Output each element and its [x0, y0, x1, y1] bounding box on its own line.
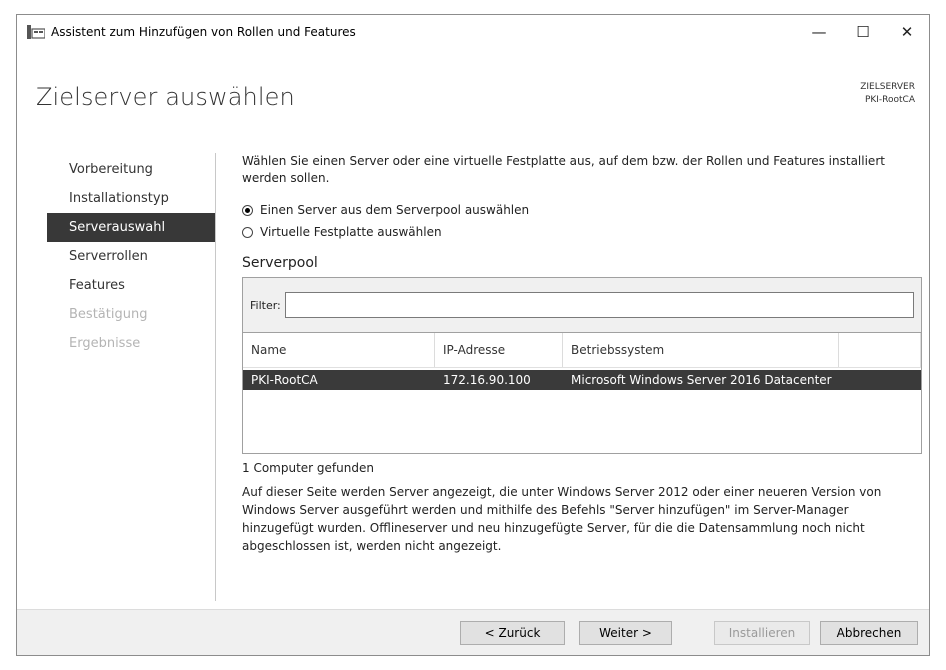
target-server-name: PKI-RootCA — [864, 95, 915, 105]
intro-text: Wählen Sie einen Server oder eine virtue… — [242, 154, 885, 185]
wizard-nav: Vorbereitung Installationstyp Serverausw… — [47, 155, 215, 358]
nav-item-bestaetigung: Bestätigung — [69, 307, 148, 322]
main-content: Wählen Sie einen Server oder eine virtue… — [242, 153, 922, 555]
server-pool-panel: Filter: Name IP-Adresse Betriebssystem P… — [242, 277, 922, 454]
nav-item-features[interactable]: Features — [47, 271, 215, 300]
target-server-info: ZIELSERVER PKI-RootCA — [860, 81, 915, 107]
maximize-icon: ☐ — [856, 23, 870, 41]
button-bar: < Zurück Weiter > Installieren Abbrechen — [17, 609, 929, 655]
nav-divider — [215, 153, 216, 601]
column-header-name[interactable]: Name — [243, 333, 435, 367]
server-grid: Name IP-Adresse Betriebssystem PKI-RootC… — [243, 332, 921, 453]
radio-server-pool-label: Einen Server aus dem Serverpool auswähle… — [260, 203, 530, 217]
minimize-icon: — — [811, 23, 827, 41]
filter-label: Filter: — [250, 298, 281, 312]
description-text: Auf dieser Seite werden Server angezeigt… — [242, 485, 882, 553]
maximize-button[interactable]: ☐ — [841, 15, 885, 49]
server-pool-title: Serverpool — [242, 255, 318, 271]
radio-checked-icon[interactable] — [242, 204, 253, 216]
cancel-button[interactable]: Abbrechen — [820, 621, 918, 645]
server-manager-icon — [27, 25, 45, 39]
radio-unchecked-icon[interactable] — [242, 226, 253, 238]
nav-item-ergebnisse: Ergebnisse — [69, 336, 141, 351]
next-button[interactable]: Weiter > — [579, 621, 672, 645]
radio-virtual-disk[interactable]: Virtuelle Festplatte auswählen — [242, 221, 922, 243]
grid-header: Name IP-Adresse Betriebssystem — [243, 333, 921, 368]
nav-item-serverrollen[interactable]: Serverrollen — [47, 242, 215, 271]
filter-input[interactable] — [284, 292, 914, 318]
wizard-window: Assistent zum Hinzufügen von Rollen und … — [16, 14, 930, 656]
nav-item-serverauswahl[interactable]: Serverauswahl — [47, 213, 215, 242]
close-button[interactable]: ✕ — [885, 15, 929, 49]
nav-item-installationstyp[interactable]: Installationstyp — [47, 184, 215, 213]
cell-os: Microsoft Windows Server 2016 Datacenter — [571, 373, 832, 387]
cell-ip: 172.16.90.100 — [443, 373, 531, 387]
back-button[interactable]: < Zurück — [460, 621, 565, 645]
radio-server-pool[interactable]: Einen Server aus dem Serverpool auswähle… — [242, 199, 922, 221]
filter-row: Filter: — [243, 278, 921, 332]
column-header-ip[interactable]: IP-Adresse — [435, 333, 563, 367]
install-button: Installieren — [714, 621, 810, 645]
cell-name: PKI-RootCA — [251, 373, 318, 387]
page-title: Zielserver auswählen — [36, 83, 295, 111]
target-server-label: ZIELSERVER — [860, 82, 915, 92]
title-bar: Assistent zum Hinzufügen von Rollen und … — [17, 15, 929, 49]
table-row[interactable]: PKI-RootCA 172.16.90.100 Microsoft Windo… — [243, 370, 921, 390]
result-count: 1 Computer gefunden — [242, 461, 374, 475]
column-header-os[interactable]: Betriebssystem — [563, 333, 839, 367]
minimize-button[interactable]: — — [797, 15, 841, 49]
column-header-empty — [839, 333, 921, 367]
nav-item-vorbereitung[interactable]: Vorbereitung — [47, 155, 215, 184]
close-icon: ✕ — [900, 23, 914, 41]
radio-virtual-disk-label: Virtuelle Festplatte auswählen — [260, 225, 442, 239]
window-title: Assistent zum Hinzufügen von Rollen und … — [51, 25, 356, 39]
